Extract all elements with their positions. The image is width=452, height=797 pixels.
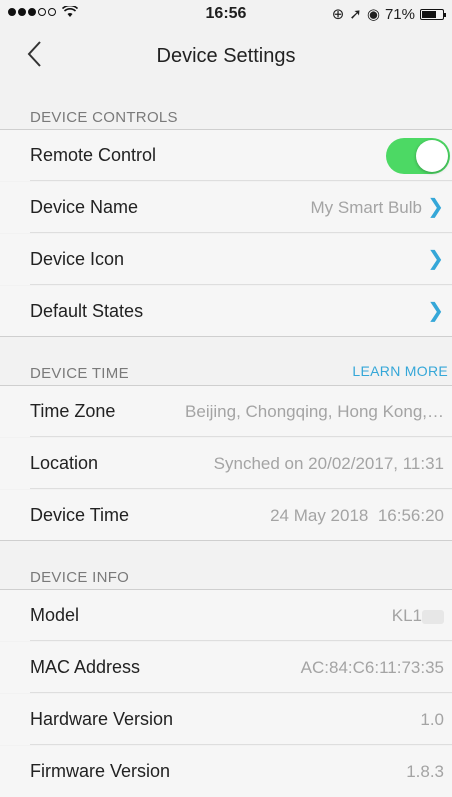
section-header-device-time: DEVICE TIME LEARN MORE: [0, 338, 452, 386]
divider: [0, 540, 452, 541]
device-name-label: Device Name: [30, 197, 139, 217]
firmware-version-value: 1.8.3: [406, 762, 444, 781]
device-name-row[interactable]: Device Name My Smart Bulb ❯: [0, 182, 452, 233]
divider: [30, 744, 452, 745]
remote-control-row: Remote Control: [0, 130, 452, 181]
default-states-row[interactable]: Default States ❯: [0, 286, 452, 337]
model-row: Model KL1: [0, 590, 452, 641]
learn-more-link[interactable]: LEARN MORE: [352, 363, 448, 379]
page-title: Device Settings: [156, 45, 296, 67]
hardware-version-label: Hardware Version: [30, 709, 174, 729]
remote-control-label: Remote Control: [30, 145, 157, 165]
firmware-version-label: Firmware Version: [30, 761, 171, 781]
toggle-knob: [416, 140, 448, 172]
battery-icon: [420, 8, 446, 20]
status-bar: 16:56 ⊕ ➚ ◉ 71%: [0, 0, 452, 28]
firmware-version-row: Firmware Version 1.8.3: [0, 746, 452, 797]
default-states-label: Default States: [30, 301, 144, 321]
remote-control-toggle[interactable]: [386, 138, 450, 174]
location-row: Location Synched on 20/02/2017, 11:31: [0, 438, 452, 489]
chevron-right-icon: ❯: [427, 196, 444, 218]
chevron-right-icon: ❯: [427, 300, 444, 322]
section-header-device-info: DEVICE INFO: [0, 542, 452, 590]
nav-bar: Device Settings: [0, 28, 452, 83]
section-title: DEVICE TIME: [30, 365, 129, 382]
model-label: Model: [30, 605, 80, 625]
mac-address-value: AC:84:C6:11:73:35: [300, 658, 444, 677]
time-zone-label: Time Zone: [30, 401, 116, 421]
divider: [30, 180, 452, 181]
device-name-value: My Smart Bulb: [310, 198, 422, 217]
mac-address-label: MAC Address: [30, 657, 141, 677]
hardware-version-value: 1.0: [420, 710, 444, 729]
divider: [30, 436, 452, 437]
divider: [30, 232, 452, 233]
location-value: Synched on 20/02/2017, 11:31: [213, 454, 444, 473]
device-time-row: Device Time 24 May 2018 16:56:20: [0, 490, 452, 541]
section-header-device-controls: DEVICE CONTROLS: [0, 82, 452, 130]
device-time-label: Device Time: [30, 505, 130, 525]
mac-address-row: MAC Address AC:84:C6:11:73:35: [0, 642, 452, 693]
chevron-right-icon: ❯: [427, 248, 444, 270]
rotation-lock-icon: ⊕: [331, 6, 345, 23]
status-right: ⊕ ➚ ◉ 71%: [331, 5, 446, 23]
time-zone-row: Time Zone Beijing, Chongqing, Hong Kong,…: [0, 386, 452, 437]
battery-percent: 71%: [384, 5, 415, 23]
divider: [30, 488, 452, 489]
device-time-value: 24 May 2018 16:56:20: [270, 506, 444, 525]
device-icon-row[interactable]: Device Icon ❯: [0, 234, 452, 285]
alarm-icon: ◉: [366, 6, 380, 23]
section-title: DEVICE CONTROLS: [30, 109, 178, 126]
location-label: Location: [30, 453, 99, 473]
battery-fill: [422, 10, 437, 18]
section-title: DEVICE INFO: [30, 569, 130, 586]
model-value-wrap: KL1: [392, 606, 444, 626]
divider: [30, 692, 452, 693]
hardware-version-row: Hardware Version 1.0: [0, 694, 452, 745]
divider: [30, 640, 452, 641]
divider: [30, 284, 452, 285]
device-icon-label: Device Icon: [30, 249, 125, 269]
location-arrow-icon: ➚: [349, 6, 362, 23]
model-value: KL1: [391, 606, 422, 625]
divider: [0, 336, 452, 337]
redacted-mask: [422, 609, 444, 624]
time-zone-value: Beijing, Chongqing, Hong Kong,…: [185, 402, 444, 421]
